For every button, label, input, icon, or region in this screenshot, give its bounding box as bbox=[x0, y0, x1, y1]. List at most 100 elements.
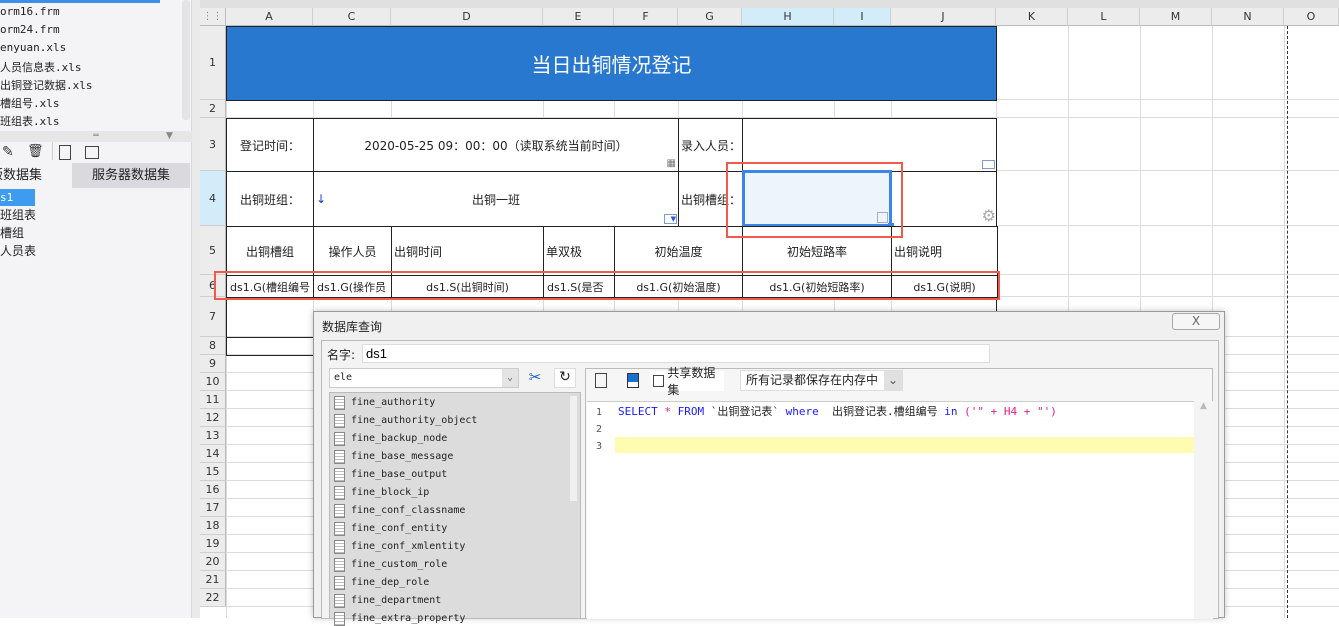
table-item[interactable]: fine_authority bbox=[351, 397, 435, 408]
table-item[interactable]: fine_extra_property bbox=[351, 613, 465, 624]
table-item[interactable]: fine_conf_classname bbox=[351, 505, 465, 516]
table-item[interactable]: fine_base_output bbox=[351, 469, 447, 480]
column-title[interactable]: 出铜说明 bbox=[891, 226, 998, 276]
sql-text[interactable]: SELECT * FROM `出铜登记表` where 出铜登记表.槽组编号 i… bbox=[618, 403, 1057, 419]
cell-a4[interactable]: 出铜班组： bbox=[226, 171, 314, 227]
dataset-item[interactable]: 槽组 bbox=[0, 225, 24, 242]
dataset-item[interactable]: 班组表 bbox=[0, 207, 36, 224]
column-header[interactable]: K bbox=[996, 8, 1068, 26]
cell-a3[interactable]: 登记时间： bbox=[226, 118, 314, 172]
file-item[interactable]: 班组表.xls bbox=[0, 113, 60, 129]
column-title[interactable]: 出铜时间 bbox=[391, 226, 544, 276]
column-header[interactable]: C bbox=[313, 8, 391, 26]
connection-tool-icon[interactable]: ✂ bbox=[524, 368, 546, 388]
row-header[interactable]: 18 bbox=[200, 517, 226, 535]
scrollbar[interactable] bbox=[182, 0, 190, 120]
file-item[interactable]: orm16.frm bbox=[0, 5, 60, 18]
share-dataset-checkbox[interactable]: 共享数据集 bbox=[651, 366, 724, 397]
row-header[interactable]: 11 bbox=[200, 391, 226, 409]
table-item[interactable]: fine_dep_role bbox=[351, 577, 429, 588]
dataset-item[interactable]: s1 bbox=[0, 189, 35, 206]
row-header[interactable]: 9 bbox=[200, 355, 226, 373]
dataset-item[interactable]: 人员表 bbox=[0, 243, 36, 260]
file-item[interactable]: enyuan.xls bbox=[0, 41, 66, 54]
column-header[interactable]: H bbox=[742, 8, 834, 26]
row-header[interactable]: 10 bbox=[200, 373, 226, 391]
column-header[interactable]: N bbox=[1212, 8, 1284, 26]
close-button[interactable]: X bbox=[1172, 313, 1220, 330]
row-header[interactable]: 1 bbox=[200, 26, 226, 100]
row-header[interactable]: 17 bbox=[200, 499, 226, 517]
row-header[interactable]: 22 bbox=[200, 589, 226, 607]
gear-icon[interactable]: ⚙ bbox=[982, 206, 996, 225]
column-header[interactable]: M bbox=[1140, 8, 1212, 26]
preview-icon[interactable] bbox=[595, 373, 607, 388]
row-header[interactable]: 19 bbox=[200, 535, 226, 553]
column-header[interactable]: A bbox=[226, 8, 313, 26]
file-item[interactable]: 人员信息表.xls bbox=[0, 59, 82, 75]
column-header[interactable]: L bbox=[1068, 8, 1140, 26]
name-input[interactable] bbox=[362, 344, 990, 363]
column-title[interactable]: 初始温度 bbox=[614, 226, 743, 276]
column-header[interactable]: J bbox=[891, 8, 996, 26]
line-number: 1 bbox=[596, 407, 603, 418]
column-header[interactable]: E bbox=[543, 8, 614, 26]
dropdown-widget-icon[interactable]: ▼ bbox=[664, 214, 677, 224]
row-header[interactable]: 8 bbox=[200, 337, 226, 355]
sql-scrollbar[interactable]: ▲ bbox=[1194, 401, 1213, 619]
datetime-value: 2020-05-25 09：00：00（读取系统当前时间） bbox=[364, 138, 628, 153]
parameter-icon[interactable] bbox=[627, 373, 639, 388]
table-item[interactable]: fine_department bbox=[351, 595, 441, 606]
row-header[interactable]: 15 bbox=[200, 463, 226, 481]
column-header[interactable]: D bbox=[391, 8, 543, 26]
tab-template-datasets[interactable]: 版数据集 bbox=[0, 163, 72, 188]
column-title[interactable]: 出铜槽组 bbox=[226, 226, 314, 276]
row-header[interactable]: 14 bbox=[200, 445, 226, 463]
table-item[interactable]: fine_backup_node bbox=[351, 433, 447, 444]
memory-mode-select[interactable]: 所有记录都保存在内存中 ⌄ bbox=[740, 370, 903, 391]
column-header[interactable]: O bbox=[1284, 8, 1339, 26]
row-header[interactable]: 20 bbox=[200, 553, 226, 571]
column-title[interactable]: 操作人员 bbox=[313, 226, 392, 276]
calendar-icon[interactable]: ▦ bbox=[667, 158, 676, 169]
file-item[interactable]: 出铜登记数据.xls bbox=[0, 77, 93, 93]
column-header[interactable]: I bbox=[834, 8, 891, 26]
row-header[interactable]: 21 bbox=[200, 571, 226, 589]
row-header[interactable]: 4 bbox=[200, 171, 226, 226]
file-item[interactable]: orm24.frm bbox=[0, 23, 60, 36]
table-list-scrollbar[interactable] bbox=[570, 396, 577, 501]
row-header[interactable]: 16 bbox=[200, 481, 226, 499]
row-header[interactable]: 13 bbox=[200, 427, 226, 445]
column-header[interactable]: G bbox=[678, 8, 742, 26]
row-header[interactable]: 2 bbox=[200, 100, 226, 118]
report-title[interactable]: 当日出铜情况登记 bbox=[226, 26, 997, 101]
column-title[interactable]: 单双极 bbox=[543, 226, 615, 276]
row-header[interactable]: 7 bbox=[200, 297, 226, 337]
cell-datetime[interactable]: 2020-05-25 09：00：00（读取系统当前时间） ▦ bbox=[313, 118, 679, 172]
table-item[interactable]: fine_base_message bbox=[351, 451, 453, 462]
edit-dataset-icon[interactable] bbox=[85, 146, 99, 159]
select-all-icon[interactable]: ⋮⋮ bbox=[200, 8, 226, 26]
column-header[interactable]: F bbox=[614, 8, 678, 26]
edit-icon[interactable]: ✎ bbox=[2, 144, 14, 160]
row-header[interactable]: 5 bbox=[200, 226, 226, 275]
schema-select[interactable]: ele ⌄ bbox=[329, 368, 519, 388]
refresh-icon[interactable]: ↻ bbox=[554, 368, 576, 388]
preview-icon[interactable] bbox=[59, 145, 71, 160]
row-header[interactable]: 3 bbox=[200, 118, 226, 171]
table-item[interactable]: fine_custom_role bbox=[351, 559, 447, 570]
splitter-handle[interactable]: ═ ▼ bbox=[0, 131, 192, 142]
table-item[interactable]: fine_conf_entity bbox=[351, 523, 447, 534]
checkbox-icon[interactable] bbox=[653, 375, 665, 387]
cell-shift[interactable]: ↓ 出铜一班 ▼ bbox=[313, 171, 679, 227]
highlight-box-h4 bbox=[726, 162, 903, 238]
tab-server-datasets[interactable]: 服务器数据集 bbox=[72, 163, 190, 188]
delete-icon[interactable]: 🗑 bbox=[27, 144, 44, 159]
table-item[interactable]: fine_authority_object bbox=[351, 415, 477, 426]
row-header[interactable]: 12 bbox=[200, 409, 226, 427]
sql-editor[interactable] bbox=[587, 401, 1213, 619]
sql-column: 出铜登记表.槽组编号 bbox=[818, 405, 945, 418]
file-item[interactable]: 槽组号.xls bbox=[0, 95, 60, 111]
table-item[interactable]: fine_conf_xmlentity bbox=[351, 541, 465, 552]
table-item[interactable]: fine_block_ip bbox=[351, 487, 429, 498]
